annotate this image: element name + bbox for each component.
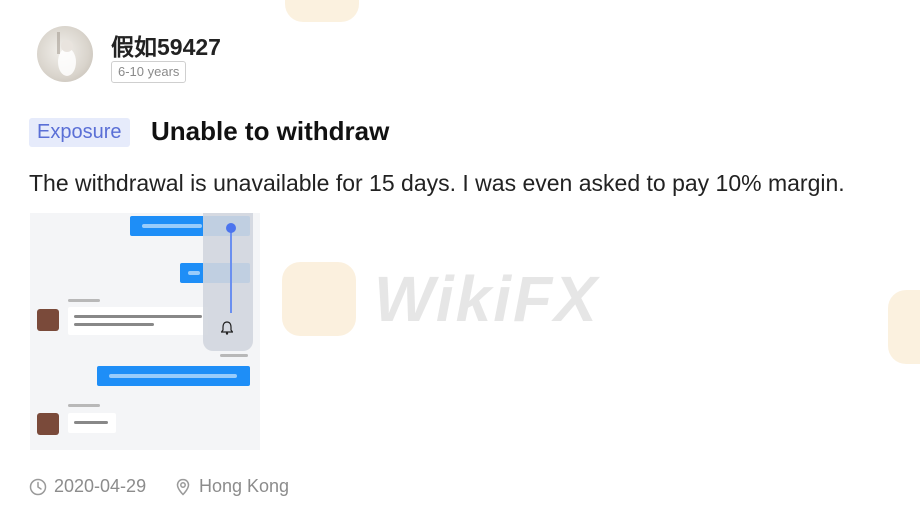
chat-bubble-received	[68, 307, 208, 335]
chat-timestamp	[68, 299, 100, 302]
chat-timestamp	[68, 404, 100, 407]
post-body: The withdrawal is unavailable for 15 day…	[29, 170, 845, 196]
username[interactable]: 假如59427	[111, 28, 221, 62]
wikifx-watermark-edge	[888, 290, 920, 364]
experience-badge: 6-10 years	[111, 61, 187, 83]
avatar[interactable]	[37, 26, 93, 82]
post-date: 2020-04-29	[29, 476, 146, 497]
chat-avatar	[37, 309, 59, 331]
chat-bubble-sent	[97, 366, 250, 386]
wikifx-logo-icon	[282, 262, 356, 336]
wikifx-logo-icon-edge	[888, 290, 920, 364]
post-date-text: 2020-04-29	[54, 476, 147, 496]
wikifx-watermark: WikiFX	[282, 262, 599, 336]
exposure-tag: Exposure	[29, 118, 130, 147]
chat-bubble-received	[68, 413, 116, 433]
post-location-text: Hong Kong	[199, 476, 290, 496]
chat-avatar	[37, 413, 59, 435]
post-location: Hong Kong	[174, 476, 289, 497]
location-pin-icon	[176, 478, 190, 496]
post-title: Unable to withdraw	[151, 116, 390, 146]
bell-icon	[220, 321, 234, 338]
volume-overlay	[203, 213, 253, 351]
volume-slider-track	[230, 227, 232, 313]
clock-icon	[29, 478, 47, 495]
volume-slider-handle	[226, 223, 236, 233]
chat-timestamp	[220, 354, 248, 357]
watermark-text: WikiFX	[374, 263, 599, 335]
wikifx-watermark-top	[285, 0, 359, 22]
wikifx-logo-icon-top	[285, 0, 359, 22]
avatar-image	[57, 32, 76, 76]
attached-screenshot[interactable]	[30, 213, 260, 450]
